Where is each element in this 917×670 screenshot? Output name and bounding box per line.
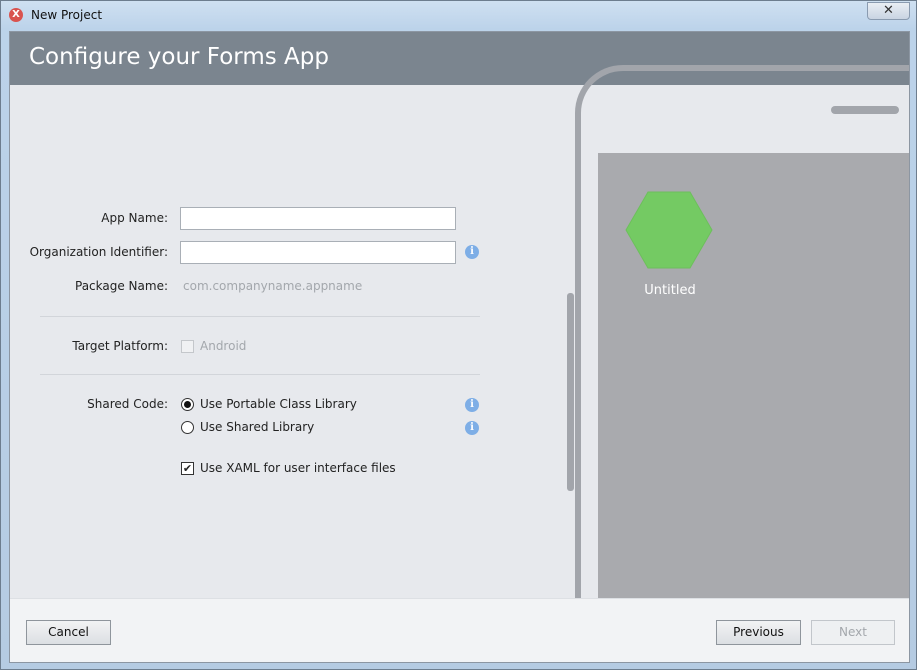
close-button[interactable]: ✕ [867, 2, 910, 20]
app-name-input[interactable] [180, 207, 456, 230]
portable-class-library-info-icon[interactable]: i [465, 398, 479, 412]
android-checkbox[interactable] [181, 340, 194, 353]
radio-selected-dot [184, 401, 191, 408]
divider [40, 316, 480, 317]
portable-class-library-label: Use Portable Class Library [200, 397, 357, 411]
app-hexagon-icon [625, 191, 713, 269]
shared-library-info-icon[interactable]: i [465, 421, 479, 435]
app-name-label: App Name: [101, 211, 168, 225]
wizard-client: Configure your Forms App App Name: Organ… [9, 31, 910, 663]
org-identifier-label: Organization Identifier: [29, 245, 168, 259]
previous-button[interactable]: Previous [716, 620, 801, 645]
use-xaml-checkbox[interactable]: ✔ [181, 462, 194, 475]
window-title: New Project [31, 8, 103, 22]
title-bar: X New Project ✕ [1, 1, 916, 31]
package-name-label: Package Name: [75, 279, 168, 293]
package-name-value: com.companyname.appname [183, 279, 363, 293]
next-button[interactable]: Next [811, 620, 895, 645]
org-identifier-input[interactable] [180, 241, 456, 264]
wizard-footer: Cancel Previous Next [10, 598, 909, 662]
phone-side-button [567, 293, 574, 491]
target-platform-label: Target Platform: [72, 339, 168, 353]
app-preview-name: Untitled [644, 283, 696, 298]
shared-library-label: Use Shared Library [200, 420, 315, 434]
divider [40, 374, 480, 375]
shared-library-radio[interactable] [181, 421, 194, 434]
new-project-window: X New Project ✕ Configure your Forms App… [0, 0, 917, 670]
portable-class-library-radio[interactable] [181, 398, 194, 411]
xamarin-logo-icon: X [9, 8, 23, 22]
phone-speaker [831, 106, 899, 114]
use-xaml-label: Use XAML for user interface files [200, 461, 396, 475]
shared-code-label: Shared Code: [87, 397, 168, 411]
android-option-label: Android [200, 339, 247, 353]
page-title: Configure your Forms App [29, 44, 329, 70]
cancel-button[interactable]: Cancel [26, 620, 111, 645]
org-identifier-info-icon[interactable]: i [465, 245, 479, 259]
